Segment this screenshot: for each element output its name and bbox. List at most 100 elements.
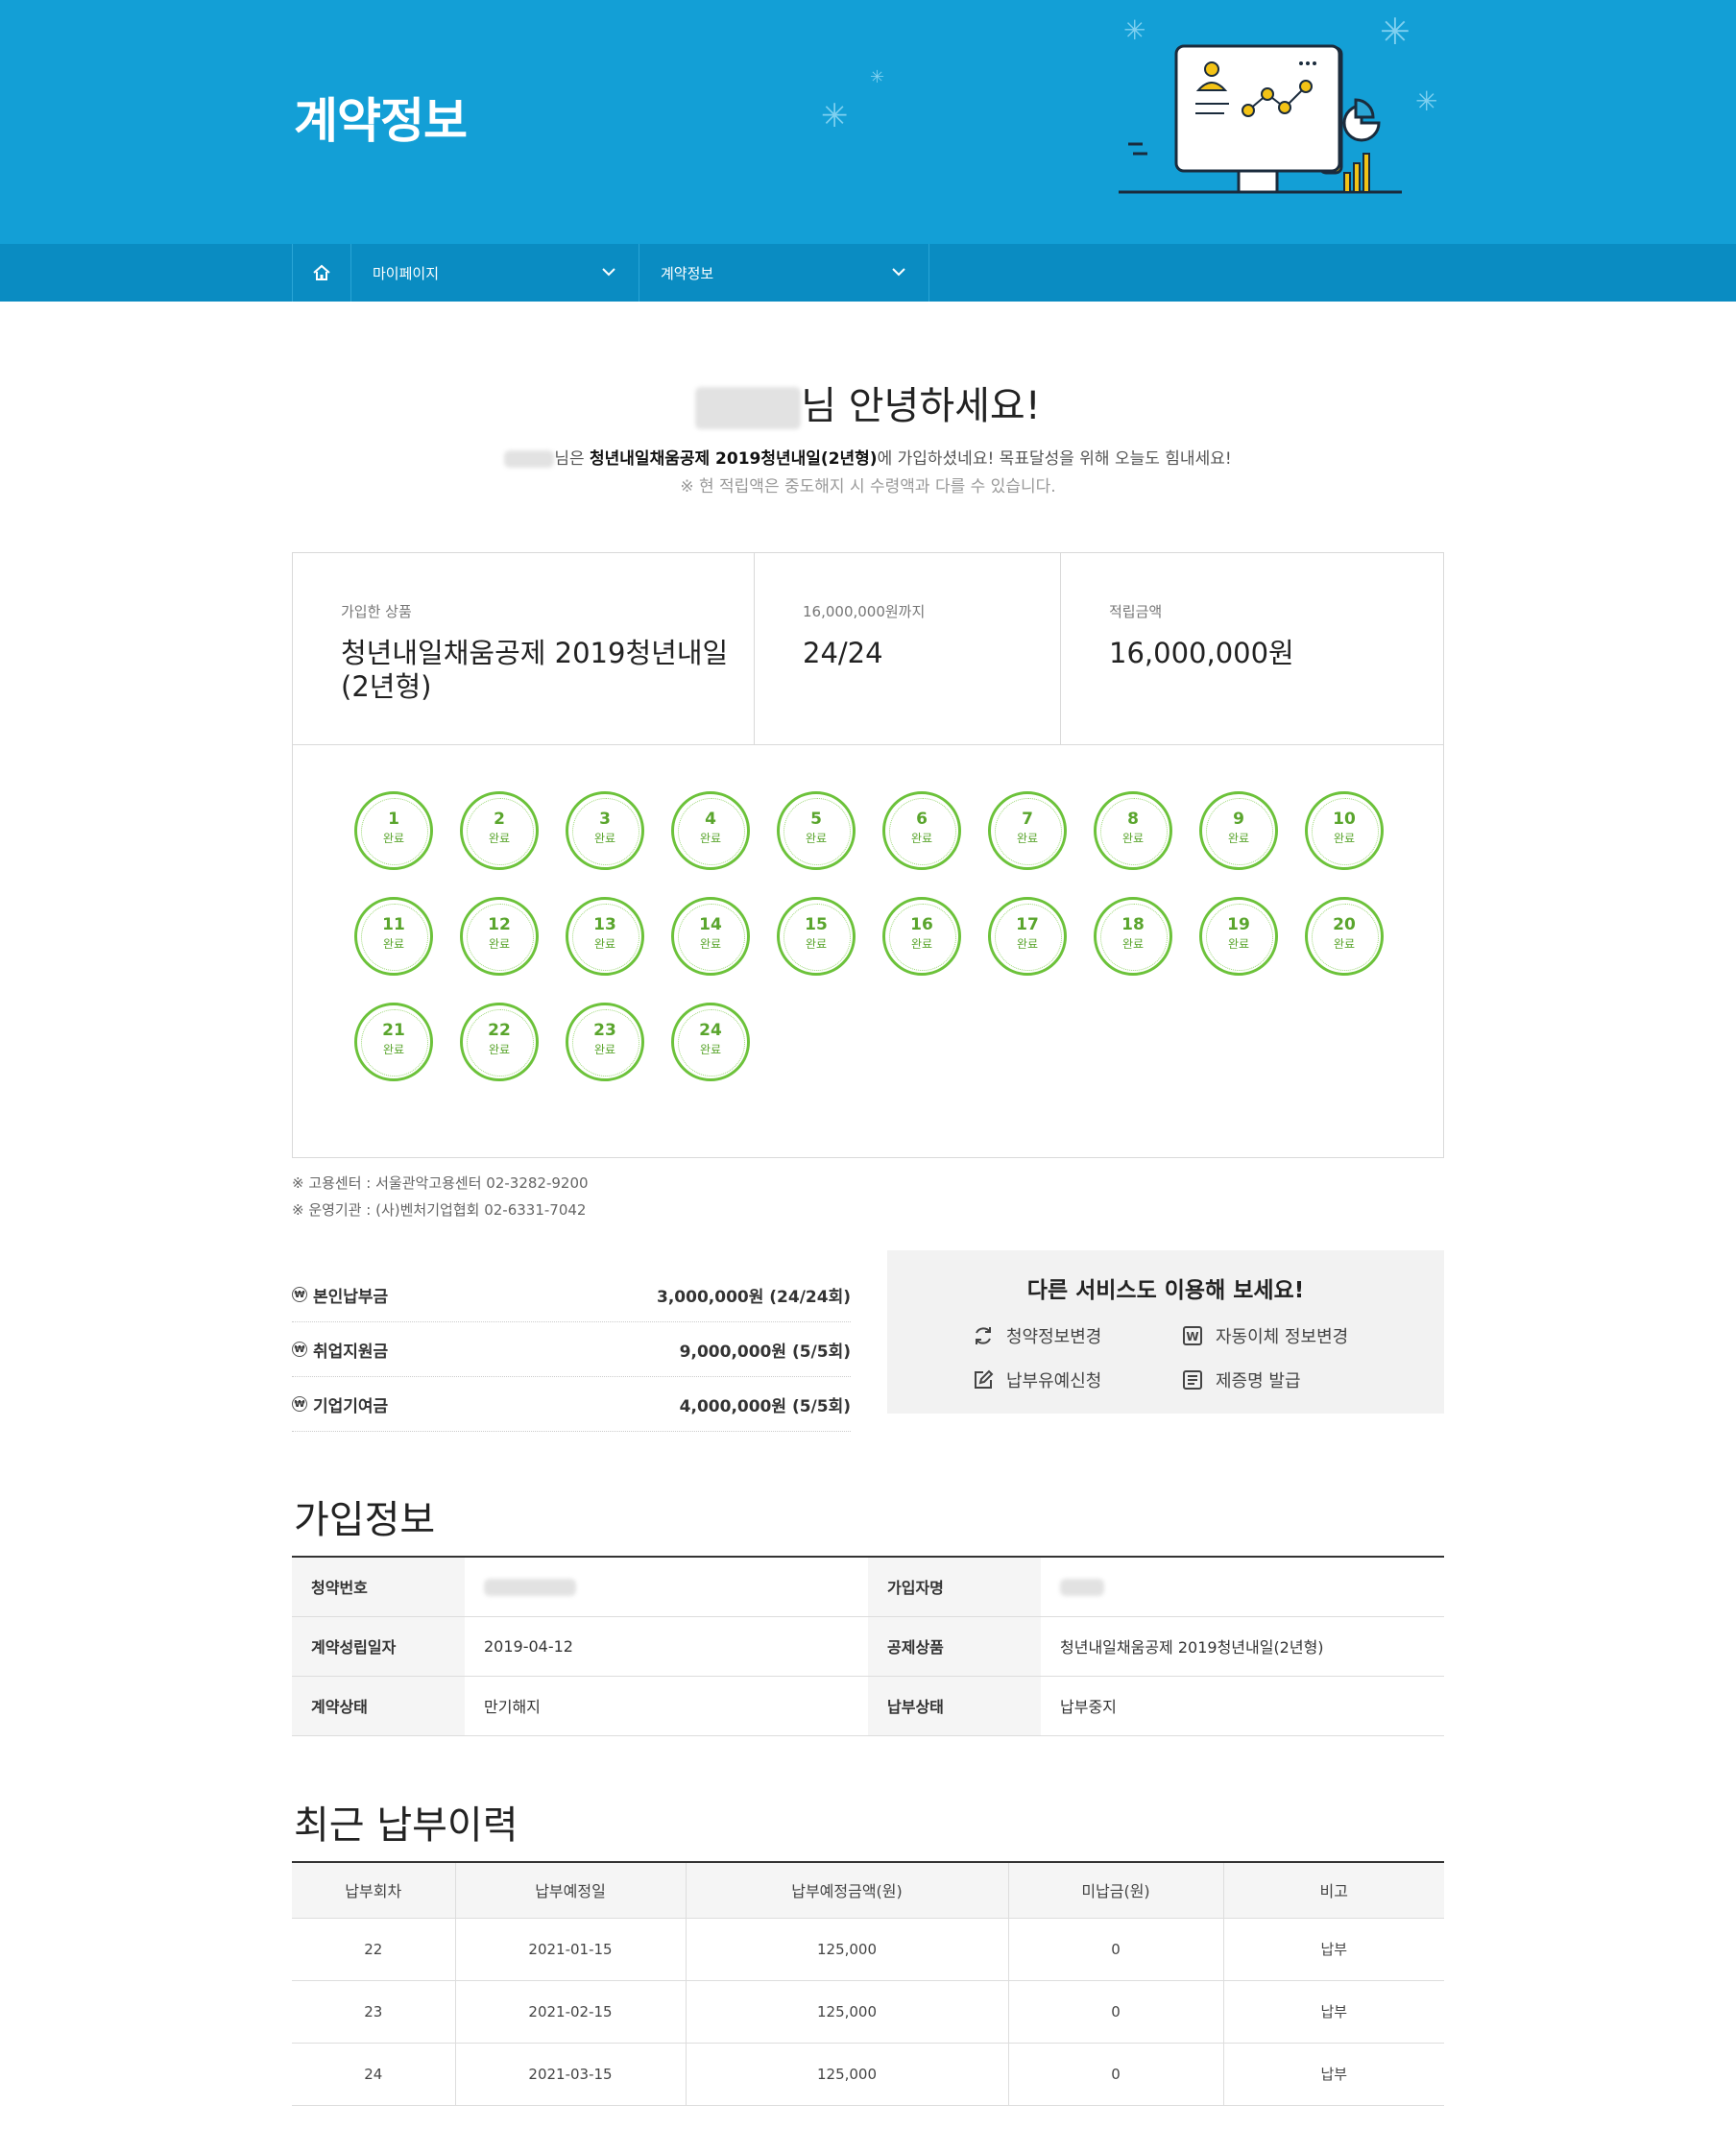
table-row: 24 2021-03-15 125,000 0 납부 bbox=[292, 2043, 1444, 2106]
payment-status: 완료 bbox=[910, 937, 933, 951]
table-cell: 0 bbox=[1008, 1918, 1224, 1981]
sparkle-icon: ✳ bbox=[821, 97, 849, 135]
service-label: 자동이체 정보변경 bbox=[1216, 1327, 1349, 1347]
service-change-subscription-link[interactable]: 청약정보변경 bbox=[972, 1323, 1101, 1348]
table-cell: 2021-03-15 bbox=[455, 2043, 687, 2106]
contact-notes: ※ 고용센터 : 서울관악고용센터 02-3282-9200 ※ 운영기관 : … bbox=[292, 1170, 589, 1223]
payment-round-number: 8 bbox=[1127, 810, 1139, 829]
won-icon: ₩ bbox=[292, 1396, 307, 1412]
product-label: 가입한 상품 bbox=[341, 603, 412, 620]
service-certificate-link[interactable]: 제증명 발급 bbox=[1181, 1367, 1301, 1392]
table-header-cell: 가입자명 bbox=[868, 1557, 1041, 1617]
document-icon bbox=[1183, 1370, 1202, 1390]
masked-user-name bbox=[695, 387, 802, 429]
refresh-icon bbox=[976, 1327, 991, 1344]
payment-circle: 14 완료 bbox=[671, 897, 750, 976]
payment-status: 완료 bbox=[699, 1043, 722, 1056]
greeting-text: 님 안녕하세요! bbox=[801, 384, 1041, 428]
column-header: 비고 bbox=[1223, 1862, 1444, 1919]
payment-circle: 8 완료 bbox=[1094, 791, 1172, 870]
payment-circle: 16 완료 bbox=[882, 897, 961, 976]
payment-round-number: 12 bbox=[488, 915, 511, 934]
service-label: 납부유예신청 bbox=[1006, 1371, 1102, 1391]
payment-circle: 13 완료 bbox=[566, 897, 644, 976]
payment-round-number: 1 bbox=[388, 810, 399, 829]
table-cell: 0 bbox=[1008, 1980, 1224, 2044]
payment-status: 완료 bbox=[1016, 937, 1039, 951]
home-button[interactable] bbox=[292, 244, 351, 302]
service-auto-transfer-link[interactable]: W 자동이체 정보변경 bbox=[1181, 1323, 1348, 1348]
payment-round-number: 9 bbox=[1233, 810, 1244, 829]
greeting-heading: 님 안녕하세요! bbox=[0, 375, 1736, 430]
payment-status: 완료 bbox=[1121, 832, 1145, 845]
payment-status: 완료 bbox=[1333, 832, 1356, 845]
payment-history-table: 납부회차 납부예정일 납부예정금액(원) 미납금(원) 비고 22 2021-0… bbox=[292, 1861, 1444, 2106]
contract-summary-box: 가입한 상품 청년내일채움공제 2019청년내일 (2년형) 16,000,000… bbox=[292, 552, 1444, 1158]
table-header-row: 납부회차 납부예정일 납부예정금액(원) 미납금(원) 비고 bbox=[292, 1862, 1444, 1919]
service-label: 제증명 발급 bbox=[1216, 1371, 1301, 1391]
table-row: 23 2021-02-15 125,000 0 납부 bbox=[292, 1980, 1444, 2044]
edit-icon bbox=[975, 1369, 994, 1389]
join-info-table: 청약번호 가입자명 계약성립일자 2019-04-12 공제상품 청년내일채움공… bbox=[292, 1556, 1444, 1736]
fund-name: ₩ 본인납부금 bbox=[292, 1283, 388, 1307]
payment-round-number: 11 bbox=[382, 915, 405, 934]
operator-note: ※ 운영기관 : (사)벤처기업협회 02-6331-7042 bbox=[292, 1201, 587, 1219]
list-item: ₩ 취업지원금 9,000,000원 (5/5회) bbox=[292, 1322, 851, 1377]
won-card-icon: W bbox=[1183, 1326, 1202, 1345]
payment-circle: 11 완료 bbox=[354, 897, 433, 976]
payment-circle: 15 완료 bbox=[777, 897, 856, 976]
masked-member-name bbox=[1060, 1579, 1104, 1596]
table-cell: 0 bbox=[1008, 2043, 1224, 2106]
payment-status: 완료 bbox=[1227, 832, 1250, 845]
payment-status: 완료 bbox=[1333, 937, 1356, 951]
fund-name: ₩ 취업지원금 bbox=[292, 1338, 388, 1362]
payment-status: 완료 bbox=[805, 937, 828, 951]
table-cell: 125,000 bbox=[686, 1918, 1009, 1981]
table-cell: 납부 bbox=[1223, 2043, 1444, 2106]
payment-round-number: 13 bbox=[593, 915, 616, 934]
nav-dropdown-mypage[interactable]: 마이페이지 bbox=[351, 244, 639, 302]
table-cell: 2021-01-15 bbox=[455, 1918, 687, 1981]
payment-circle: 21 완료 bbox=[354, 1003, 433, 1081]
payment-round-number: 19 bbox=[1227, 915, 1250, 934]
payment-circle: 22 완료 bbox=[460, 1003, 539, 1081]
nav-dropdown-label: 마이페이지 bbox=[373, 264, 440, 282]
table-cell: 만기해지 bbox=[465, 1676, 868, 1736]
table-cell: 청년내일채움공제 2019청년내일(2년형) bbox=[1041, 1616, 1444, 1677]
payment-status: 완료 bbox=[488, 1043, 511, 1056]
payment-status: 완료 bbox=[488, 937, 511, 951]
fund-name: ₩ 기업기여금 bbox=[292, 1392, 388, 1416]
payment-circle: 9 완료 bbox=[1199, 791, 1278, 870]
sparkle-icon: ✳ bbox=[870, 67, 885, 87]
greeting-line-text: 에 가입하셨네요! 목표달성을 위해 오늘도 힘내세요! bbox=[877, 449, 1232, 469]
table-cell: 23 bbox=[292, 1980, 456, 2044]
payment-status: 완료 bbox=[699, 832, 722, 845]
target-summary: 16,000,000원까지 24/24 bbox=[755, 553, 1060, 745]
payment-status: 완료 bbox=[805, 832, 828, 845]
payment-round-number: 21 bbox=[382, 1021, 405, 1040]
table-row: 22 2021-01-15 125,000 0 납부 bbox=[292, 1918, 1444, 1981]
payment-circle: 5 완료 bbox=[777, 791, 856, 870]
table-cell: 125,000 bbox=[686, 2043, 1009, 2106]
chevron-down-icon bbox=[602, 268, 615, 277]
payment-status: 완료 bbox=[382, 1043, 405, 1056]
payment-circle: 17 완료 bbox=[988, 897, 1067, 976]
payment-round-number: 10 bbox=[1333, 810, 1356, 829]
payment-status: 완료 bbox=[593, 832, 616, 845]
greeting-product-name: 청년내일채움공제 2019청년내일(2년형) bbox=[590, 449, 878, 469]
payment-circle: 2 완료 bbox=[460, 791, 539, 870]
table-header-cell: 공제상품 bbox=[868, 1616, 1041, 1677]
column-header: 납부예정금액(원) bbox=[686, 1862, 1009, 1919]
product-value: 청년내일채움공제 2019청년내일 (2년형) bbox=[341, 637, 729, 703]
payment-status: 완료 bbox=[910, 832, 933, 845]
column-header: 미납금(원) bbox=[1008, 1862, 1224, 1919]
service-payment-deferral-link[interactable]: 납부유예신청 bbox=[972, 1367, 1101, 1392]
table-row: 계약상태 만기해지 납부상태 납부중지 bbox=[292, 1676, 1444, 1736]
table-header-cell: 납부상태 bbox=[868, 1676, 1041, 1736]
target-value: 24/24 bbox=[803, 637, 883, 669]
greeting-notice: ※ 현 적립액은 중도해지 시 수령액과 다를 수 있습니다. bbox=[680, 477, 1056, 496]
employment-center-note: ※ 고용센터 : 서울관악고용센터 02-3282-9200 bbox=[292, 1174, 589, 1192]
nav-dropdown-contract[interactable]: 계약정보 bbox=[639, 244, 929, 302]
payment-circle: 24 완료 bbox=[671, 1003, 750, 1081]
column-header: 납부예정일 bbox=[455, 1862, 687, 1919]
